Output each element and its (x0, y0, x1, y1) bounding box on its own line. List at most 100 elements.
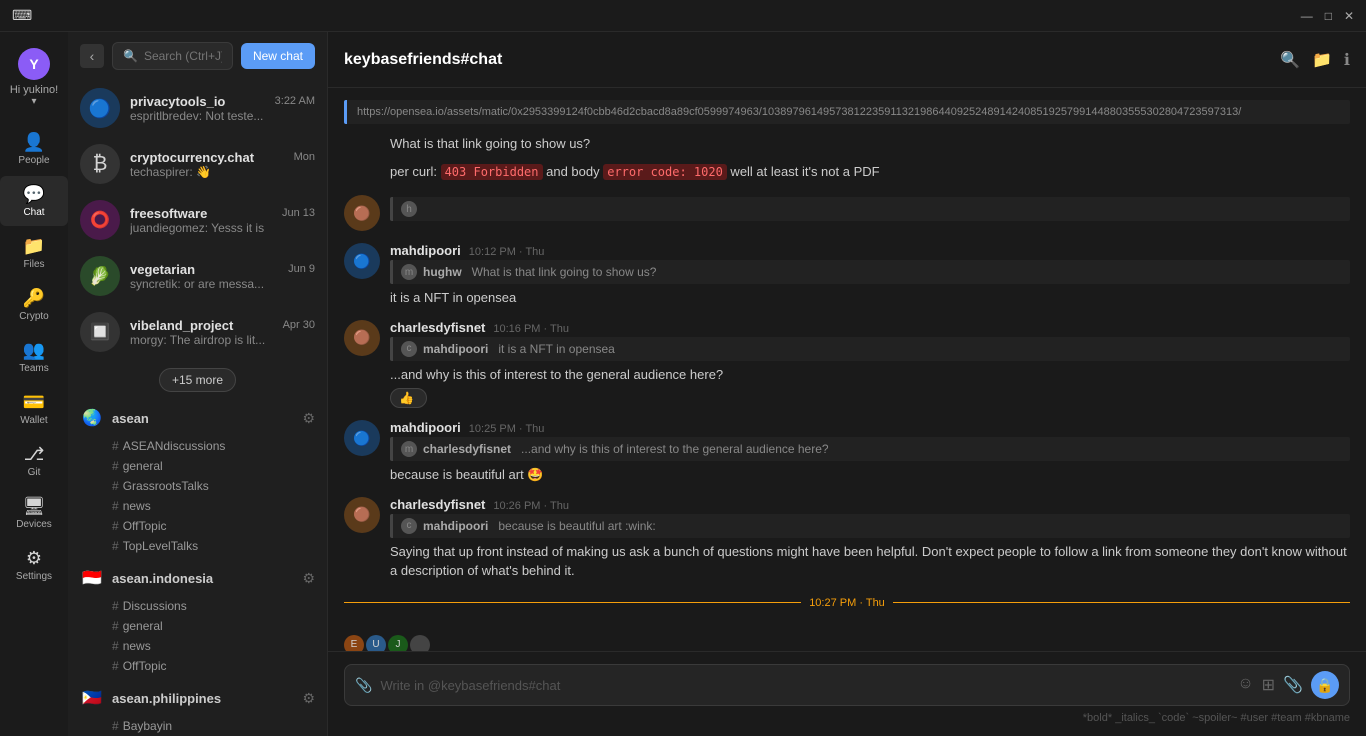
chat-item-freesoftware[interactable]: ⭕ freesoftware Jun 13 juandiegomez: Yess… (68, 192, 327, 248)
info-icon[interactable]: ℹ (1344, 50, 1350, 70)
search-icon[interactable]: 🔍 (1280, 50, 1300, 70)
channel-item[interactable]: #OffTopic (112, 516, 327, 536)
quote-block: m hughw What is that link going to show … (390, 260, 1350, 284)
chat-name: freesoftware (130, 206, 207, 221)
message-group: 🟤 h (344, 191, 1350, 235)
sidebar-item-files-label: Files (23, 259, 44, 270)
chat-info: cryptocurrency.chat Mon techaspirer: 👋 (130, 150, 315, 179)
message-avatar: 🟤 (344, 497, 380, 533)
channel-item[interactable]: #OffTopic (112, 656, 327, 676)
system-message: E U J (344, 621, 1350, 652)
search-box[interactable]: 🔍 (112, 42, 233, 70)
chat-name: cryptocurrency.chat (130, 150, 254, 165)
sidebar-item-settings[interactable]: ⚙ Settings (0, 540, 68, 590)
hash-icon: # (112, 459, 119, 473)
quote-author: mahdipoori (423, 342, 488, 356)
channel-item[interactable]: #news (112, 496, 327, 516)
channel-item[interactable]: #Baybayin (112, 716, 327, 736)
system-message-text (344, 625, 1350, 633)
channel-item[interactable]: #Discussions (112, 596, 327, 616)
sidebar-item-files[interactable]: 📁 Files (0, 228, 68, 278)
attach-icon[interactable]: 📎 (1283, 675, 1303, 695)
chat-item-vegetarian[interactable]: 🥬 vegetarian Jun 9 syncretik: or are mes… (68, 248, 327, 304)
hash-icon: # (112, 619, 119, 633)
message-avatar: 🟤 (344, 320, 380, 356)
sidebar-item-teams[interactable]: 👥 Teams (0, 332, 68, 382)
system-avatar: J (388, 635, 408, 652)
sidebar-item-git-label: Git (28, 467, 41, 478)
team-header-asean-philippines[interactable]: 🇵🇭 asean.philippines ⚙ (68, 680, 327, 716)
minimize-btn[interactable]: — (1301, 9, 1313, 23)
teams-icon: 👥 (23, 340, 45, 361)
emoji-icon[interactable]: ☺ (1237, 675, 1253, 695)
channel-item[interactable]: #GrassrootsTalks (112, 476, 327, 496)
message-text: because is beautiful art 🤩 (390, 465, 1350, 485)
message-text: Saying that up front instead of making u… (390, 542, 1350, 581)
team-settings-icon[interactable]: ⚙ (302, 690, 315, 707)
sidebar-item-devices-label: Devices (16, 519, 52, 530)
channel-item[interactable]: #TopLevelTalks (112, 536, 327, 556)
message-content: h (390, 195, 1350, 231)
lock-button[interactable]: 🔒 (1311, 671, 1339, 699)
quote-text: it is a NFT in opensea (498, 342, 615, 356)
channel-item[interactable]: #general (112, 456, 327, 476)
sidebar-item-devices[interactable]: 🖥 Devices (0, 488, 68, 538)
hash-icon: # (112, 499, 119, 513)
url-bar: https://opensea.io/assets/matic/0x295339… (344, 100, 1350, 124)
sidebar-item-crypto-label: Crypto (19, 311, 48, 322)
sidebar-item-wallet-label: Wallet (20, 415, 47, 426)
maximize-btn[interactable]: □ (1325, 9, 1332, 23)
team-header-asean[interactable]: 🌏 asean ⚙ (68, 400, 327, 436)
divider-time: 10:27 PM · Thu (809, 597, 885, 609)
search-input[interactable] (144, 49, 222, 63)
reaction-button[interactable]: 👍 (390, 388, 427, 408)
channel-item[interactable]: #ASEANdiscussions (112, 436, 327, 456)
sidebar-item-wallet[interactable]: 💳 Wallet (0, 384, 68, 434)
chat-input[interactable] (380, 678, 1229, 693)
sidebar-item-settings-label: Settings (16, 571, 52, 582)
people-icon: 👤 (23, 132, 45, 153)
chat-time: Jun 9 (288, 263, 315, 275)
chat-item-cryptocurrency[interactable]: ₿ cryptocurrency.chat Mon techaspirer: 👋 (68, 136, 327, 192)
close-btn[interactable]: ✕ (1344, 9, 1354, 23)
gif-icon[interactable]: ⊞ (1262, 675, 1275, 695)
chat-name: vegetarian (130, 262, 195, 277)
team-section-asean-indonesia: 🇮🇩 asean.indonesia ⚙ #Discussions #gener… (68, 560, 327, 676)
quote-block: h (390, 197, 1350, 221)
chat-item-vibeland[interactable]: 🔲 vibeland_project Apr 30 morgy: The air… (68, 304, 327, 360)
hash-icon: # (112, 479, 119, 493)
input-wrapper: 📎 ☺ ⊞ 📎 🔒 (344, 664, 1350, 706)
new-chat-button[interactable]: New chat (241, 43, 315, 69)
team-settings-icon[interactable]: ⚙ (302, 410, 315, 427)
chat-time: Mon (294, 151, 315, 163)
chat-title: keybasefriends#chat (344, 51, 502, 69)
team-name: asean (112, 411, 294, 426)
input-actions: ☺ ⊞ 📎 (1237, 675, 1303, 695)
attachment-icon[interactable]: 📎 (355, 677, 372, 694)
sidebar-item-git[interactable]: ⎇ Git (0, 436, 68, 486)
message-code: per curl: 403 Forbidden and body error c… (344, 160, 1350, 188)
sidebar-item-people[interactable]: 👤 People (0, 124, 68, 174)
sidebar-item-chat[interactable]: 💬 Chat (0, 176, 68, 226)
reaction-emoji: 👍 (399, 391, 414, 405)
more-chats-button[interactable]: +15 more (159, 368, 236, 392)
folder-icon[interactable]: 📁 (1312, 50, 1332, 70)
message-group: 🔵 mahdipoori 10:25 PM · Thu m charlesdyf… (344, 416, 1350, 489)
chat-item-privacytools[interactable]: privacytools_io 3:22 AM espritlbredev: N… (68, 80, 327, 136)
channel-item[interactable]: #general (112, 616, 327, 636)
sidebar-item-crypto[interactable]: 🔑 Crypto (0, 280, 68, 330)
header-actions: 🔍 📁 ℹ (1280, 50, 1350, 70)
message-header: mahdipoori 10:25 PM · Thu (390, 420, 1350, 435)
user-menu[interactable]: Y Hi yukino! ▾ (0, 40, 68, 123)
team-settings-icon[interactable]: ⚙ (302, 570, 315, 587)
message-header: charlesdyfisnet 10:16 PM · Thu (390, 320, 1350, 335)
divider-line (893, 602, 1350, 603)
back-button[interactable]: ‹ (80, 44, 104, 68)
quote-avatar: c (401, 341, 417, 357)
message-header: charlesdyfisnet 10:26 PM · Thu (390, 497, 1350, 512)
username: Hi yukino! (10, 84, 58, 96)
git-icon: ⎇ (24, 444, 45, 465)
message-avatar: 🔵 (344, 420, 380, 456)
channel-item[interactable]: #news (112, 636, 327, 656)
team-header-asean-indonesia[interactable]: 🇮🇩 asean.indonesia ⚙ (68, 560, 327, 596)
